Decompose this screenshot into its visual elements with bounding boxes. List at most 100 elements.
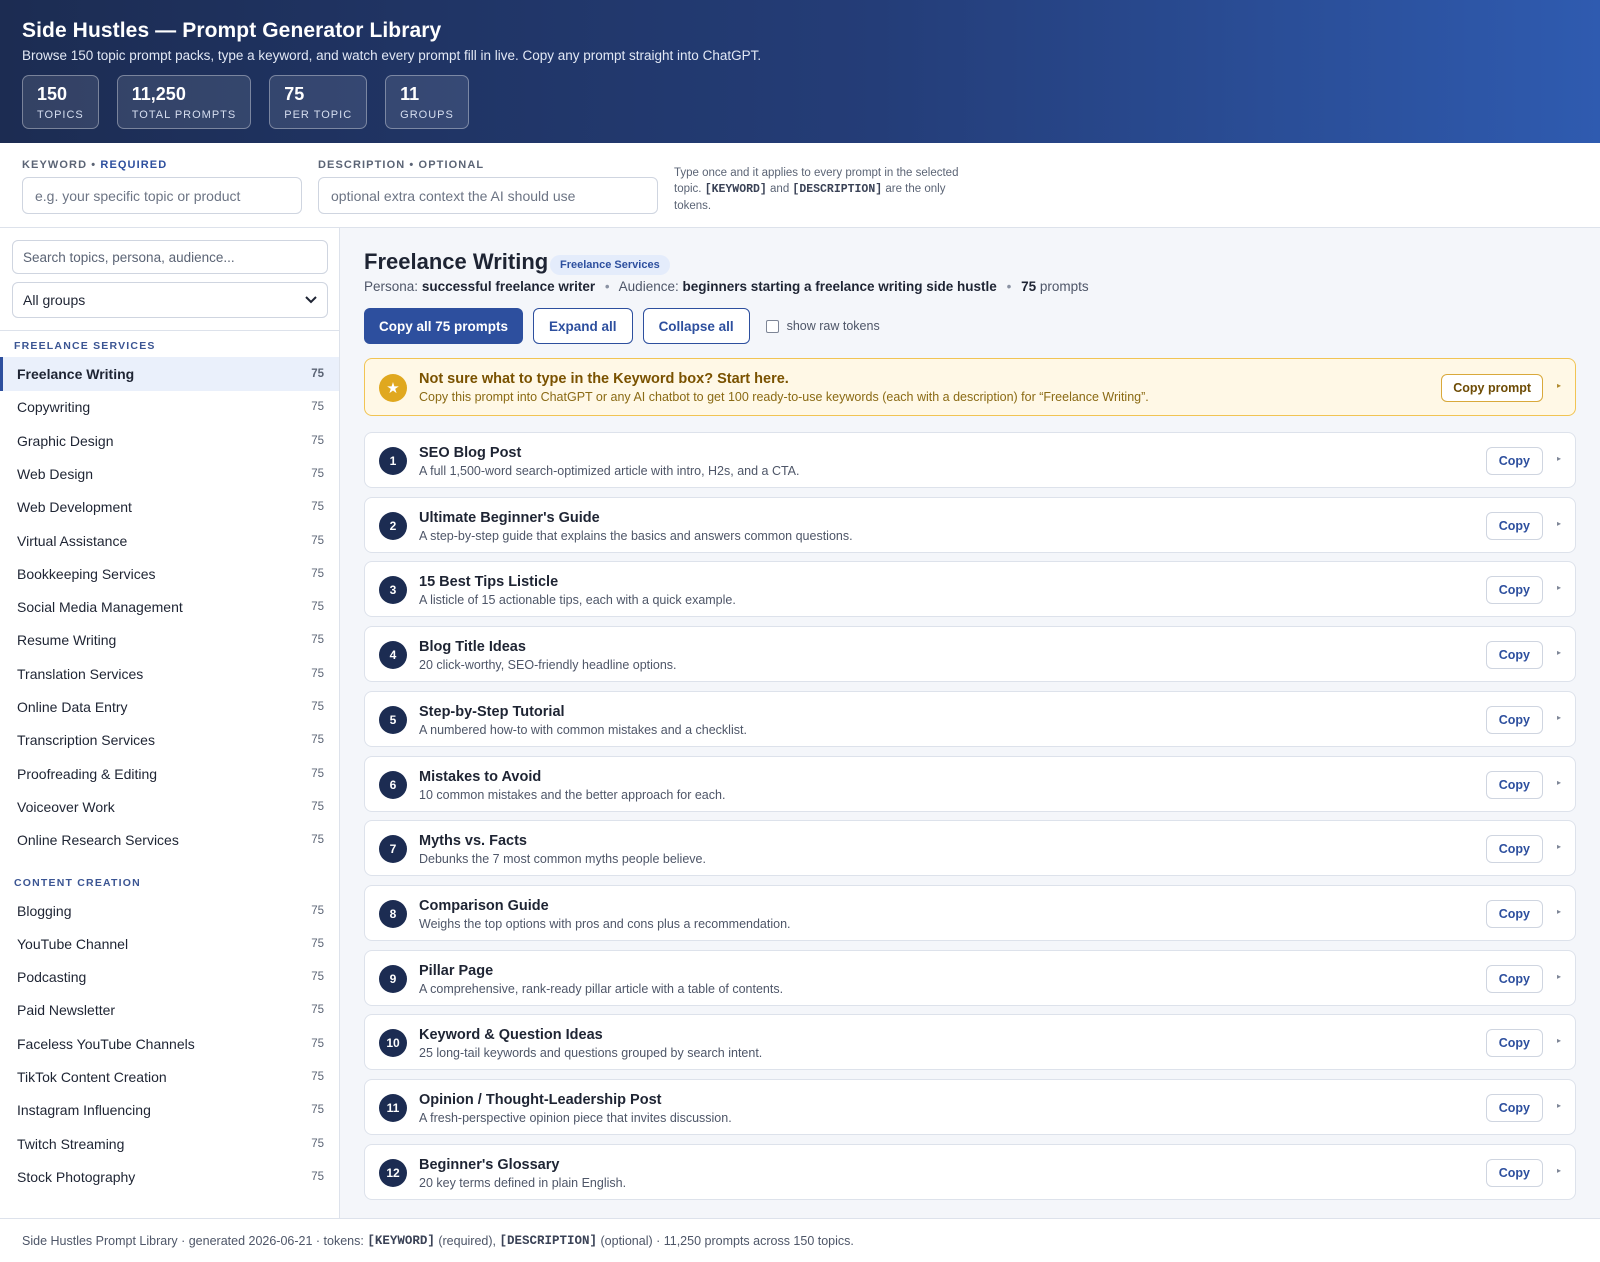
copy-prompt-button[interactable]: Copy [1485, 576, 1543, 605]
sidebar-topic-label: Transcription Services [17, 732, 155, 749]
prompt-number-badge: 7 [379, 835, 407, 864]
expand-arrow-icon[interactable]: ▸ [1557, 713, 1561, 722]
prompt-card[interactable]: 3 15 Best Tips Listicle A listicle of 15 a… [364, 561, 1576, 618]
sidebar-topic-item[interactable]: Paid Newsletter 75 [0, 993, 339, 1027]
sidebar-topic-item[interactable]: Podcasting 75 [0, 960, 339, 994]
prompt-title: Ultimate Beginner's Guide [419, 509, 600, 526]
sidebar-topic-label: Resume Writing [17, 632, 117, 649]
input-bar: Keyword • Required Description • Optiona… [0, 143, 1600, 228]
sidebar-topic-label: Instagram Influencing [17, 1102, 151, 1119]
sidebar-topic-item[interactable]: YouTube Channel 75 [0, 927, 339, 961]
expand-arrow-icon[interactable]: ▸ [1557, 972, 1561, 981]
sidebar-topic-count: 75 [311, 1170, 324, 1183]
sidebar-topic-count: 75 [311, 904, 324, 917]
sidebar-topic-item[interactable]: Social Media Management 75 [0, 590, 339, 624]
copy-prompt-button[interactable]: Copy [1485, 835, 1543, 864]
prompt-number-badge: 6 [379, 770, 407, 799]
expand-arrow-icon[interactable]: ▸ [1557, 454, 1561, 463]
copy-prompt-button[interactable]: Copy [1485, 1158, 1543, 1187]
sidebar-topic-count: 75 [311, 601, 324, 614]
sidebar-topic-item[interactable]: Freelance Writing 75 [0, 357, 339, 391]
sidebar-topic-item[interactable]: Instagram Influencing 75 [0, 1093, 339, 1127]
group-select-value: All groups [23, 292, 86, 308]
sidebar-topic-item[interactable]: Voiceover Work 75 [0, 790, 339, 824]
sidebar-topic-item[interactable]: Transcription Services 75 [0, 723, 339, 757]
sidebar-topic-item[interactable]: Resume Writing 75 [0, 623, 339, 657]
copy-prompt-button[interactable]: Copy [1485, 899, 1543, 928]
raw-tokens-toggle[interactable]: show raw tokens [765, 319, 880, 333]
sidebar-topic-item[interactable]: Online Data Entry 75 [0, 690, 339, 724]
prompt-title: Opinion / Thought-Leadership Post [419, 1092, 662, 1108]
sidebar-topic-item[interactable]: Graphic Design 75 [0, 424, 339, 458]
prompt-card[interactable]: 4 Blog Title Ideas 20 click-worthy, SEO-fr… [364, 626, 1576, 683]
copy-prompt-button[interactable]: Copy [1485, 705, 1543, 734]
prompt-card[interactable]: 12 Beginner's Glossary 20 key terms define… [364, 1143, 1576, 1200]
expand-arrow-icon[interactable]: ▸ [1557, 648, 1561, 657]
prompt-description: 25 long-tail keywords and questions grou… [419, 1046, 763, 1061]
expand-arrow-icon[interactable]: ▸ [1557, 583, 1561, 592]
sidebar-topic-item[interactable]: Stock Photography 75 [0, 1160, 339, 1194]
topic-title: Freelance Writing [364, 249, 549, 274]
sidebar-topic-item[interactable]: Faceless YouTube Channels 75 [0, 1027, 339, 1061]
stat-label: Groups [400, 109, 454, 121]
sidebar-topic-item[interactable]: TikTok Content Creation 75 [0, 1060, 339, 1094]
expand-arrow-icon[interactable]: ▸ [1557, 1101, 1561, 1110]
prompt-card[interactable]: 11 Opinion / Thought-Leadership Post A fre… [364, 1079, 1576, 1135]
copy-prompt-button[interactable]: Copy [1485, 1094, 1543, 1122]
expand-arrow-icon[interactable]: ▸ [1557, 381, 1561, 390]
collapse-all-button[interactable]: Collapse all [642, 308, 750, 344]
description-input[interactable] [318, 177, 658, 214]
sidebar-topic-item[interactable]: Translation Services 75 [0, 657, 339, 691]
prompt-card[interactable]: 1 SEO Blog Post A full 1,500-word search-o… [364, 432, 1576, 488]
stat-value: 11 [400, 84, 420, 104]
sidebar-topic-item[interactable]: Online Research Services 75 [0, 823, 339, 857]
copy-starter-prompt-button[interactable]: Copy prompt [1441, 374, 1543, 402]
sidebar-topic-count: 75 [311, 1137, 324, 1150]
copy-prompt-button[interactable]: Copy [1485, 770, 1543, 799]
prompt-card[interactable]: 8 Comparison Guide Weighs the top options … [364, 884, 1576, 941]
sidebar-topic-item[interactable]: Web Development 75 [0, 490, 339, 524]
sidebar-topic-item[interactable]: Twitch Streaming 75 [0, 1127, 339, 1161]
sidebar: All groups Freelance Services Freelance W… [0, 228, 340, 1218]
prompt-card[interactable]: 5 Step-by-Step Tutorial A numbered how-to … [364, 690, 1576, 747]
keyword-starter-card[interactable]: ★ Not sure what to type in the Keyword b… [364, 358, 1576, 416]
app-header: Side Hustles — Prompt Generator Library … [0, 0, 1600, 143]
prompt-card[interactable]: 7 Myths vs. Facts Debunks the 7 most commo… [364, 820, 1576, 877]
prompt-description: A listicle of 15 actionable tips, each w… [419, 593, 736, 608]
topic-search-input[interactable] [12, 240, 328, 274]
prompt-card[interactable]: 9 Pillar Page A comprehensive, rank-ready … [364, 949, 1576, 1006]
raw-tokens-checkbox[interactable] [765, 319, 779, 333]
copy-all-button[interactable]: Copy all 75 prompts [364, 308, 524, 344]
copy-prompt-button[interactable]: Copy [1485, 511, 1543, 540]
prompt-title: Blog Title Ideas [419, 639, 526, 656]
keyword-input[interactable] [22, 177, 302, 214]
sidebar-topic-item[interactable]: Blogging 75 [0, 894, 339, 928]
expand-arrow-icon[interactable]: ▸ [1557, 842, 1561, 851]
copy-prompt-button[interactable]: Copy [1485, 447, 1543, 475]
sidebar-topic-count: 75 [311, 800, 324, 813]
expand-arrow-icon[interactable]: ▸ [1557, 778, 1561, 787]
keyword-field-group: Keyword • Required [22, 159, 302, 214]
expand-all-button[interactable]: Expand all [533, 308, 633, 344]
stat-value: 75 [284, 84, 305, 104]
stat-total-prompts: 11,250 Total Prompts [116, 75, 252, 129]
copy-prompt-button[interactable]: Copy [1485, 1029, 1543, 1058]
sidebar-topic-item[interactable]: Virtual Assistance 75 [0, 524, 339, 558]
copy-prompt-button[interactable]: Copy [1485, 641, 1543, 670]
expand-arrow-icon[interactable]: ▸ [1557, 519, 1561, 528]
group-select[interactable]: All groups [12, 282, 328, 318]
description-optional-tag: Optional [418, 159, 485, 171]
copy-prompt-button[interactable]: Copy [1485, 964, 1543, 993]
prompt-card[interactable]: 6 Mistakes to Avoid 10 common mistakes and… [364, 755, 1576, 812]
sidebar-topic-item[interactable]: Proofreading & Editing 75 [0, 757, 339, 791]
expand-arrow-icon[interactable]: ▸ [1557, 1166, 1561, 1175]
sidebar-topic-item[interactable]: Copywriting 75 [0, 390, 339, 424]
sidebar-topic-item[interactable]: Web Design 75 [0, 457, 339, 491]
expand-arrow-icon[interactable]: ▸ [1557, 1036, 1561, 1045]
expand-arrow-icon[interactable]: ▸ [1557, 907, 1561, 916]
prompt-card[interactable]: 2 Ultimate Beginner's Guide A step-by-step… [364, 496, 1576, 553]
prompt-card[interactable]: 10 Keyword & Question Ideas 25 long-tail k… [364, 1014, 1576, 1071]
prompt-number-badge: 11 [379, 1094, 407, 1122]
sidebar-topic-item[interactable]: Bookkeeping Services 75 [0, 557, 339, 591]
sidebar-topic-count: 75 [311, 767, 324, 780]
